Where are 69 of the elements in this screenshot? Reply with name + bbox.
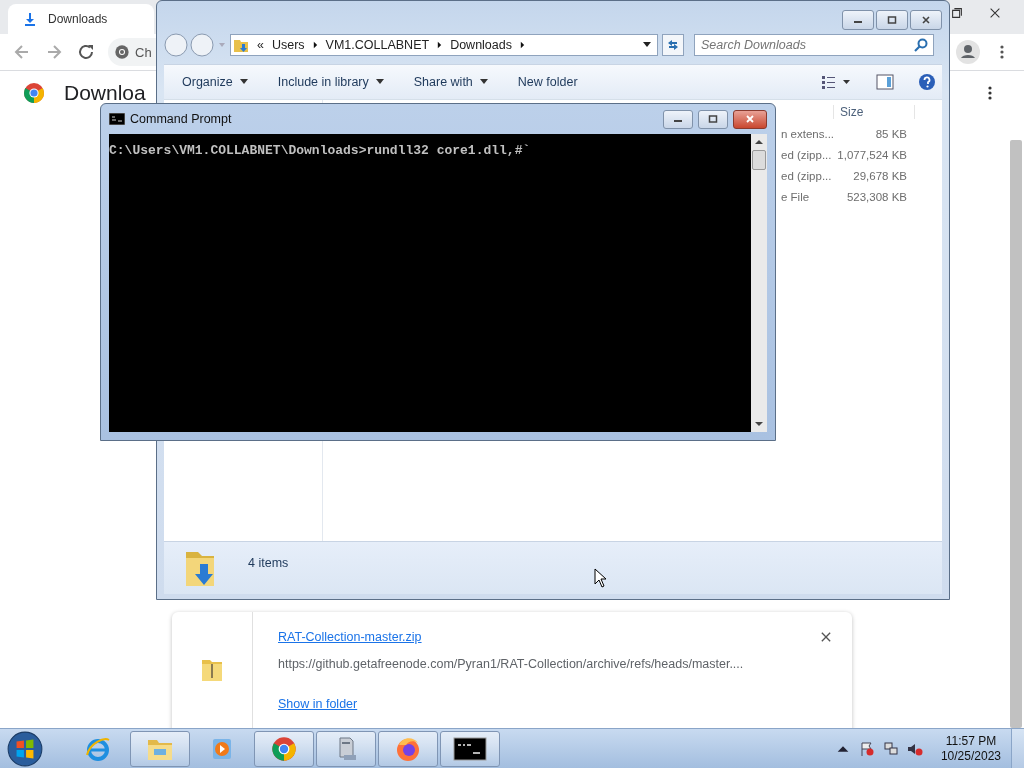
- console-icon: [109, 113, 125, 125]
- scroll-thumb[interactable]: [752, 150, 766, 170]
- chrome-icon: [114, 44, 130, 60]
- network-icon[interactable]: [882, 740, 899, 757]
- view-options-icon[interactable]: [820, 74, 852, 90]
- help-icon[interactable]: [918, 73, 936, 91]
- download-icon: [22, 11, 38, 27]
- minimize-button[interactable]: [663, 109, 693, 129]
- scrollbar[interactable]: [751, 134, 767, 432]
- item-count: 4 items: [248, 556, 289, 570]
- toolbar-button[interactable]: Organize: [182, 75, 248, 89]
- search-field[interactable]: Search Downloads: [694, 34, 934, 56]
- toolbar-button[interactable]: Share with: [413, 75, 488, 89]
- file-size: 523,308 KB: [845, 190, 907, 203]
- file-size: 1,077,524 KB: [836, 148, 907, 161]
- breadcrumb-item[interactable]: VM1.COLLABNET: [325, 38, 430, 52]
- chrome-icon[interactable]: [270, 734, 298, 763]
- console-icon[interactable]: [453, 736, 487, 761]
- breadcrumb-arrow-icon[interactable]: [312, 41, 318, 49]
- maximize-button[interactable]: [698, 109, 728, 129]
- preview-pane-icon[interactable]: [876, 73, 894, 91]
- file-type: ed (zipp...: [781, 169, 832, 182]
- scroll-up-icon[interactable]: [755, 139, 763, 145]
- address-bar[interactable]: Ch: [108, 38, 156, 66]
- profile-icon[interactable]: [956, 40, 980, 64]
- toolbar-button[interactable]: Include in library: [277, 75, 384, 89]
- maximize-button[interactable]: [876, 10, 908, 30]
- breadcrumb-arrow-icon[interactable]: [437, 41, 443, 49]
- minimize-button[interactable]: [842, 10, 874, 30]
- maximize-icon: [886, 16, 898, 24]
- folder-icon: [233, 37, 249, 53]
- file-type: e File: [781, 190, 810, 203]
- page-title: Downloa: [64, 82, 146, 104]
- cursor-icon: [594, 568, 606, 588]
- close-icon[interactable]: [821, 632, 831, 642]
- menu-icon[interactable]: [1000, 44, 1004, 60]
- breadcrumb-item[interactable]: Users: [271, 38, 305, 52]
- breadcrumb-arrow-icon[interactable]: [519, 41, 525, 49]
- chrome-logo-icon: [22, 81, 46, 105]
- file-type: ed (zipp...: [781, 148, 832, 161]
- file-size: 29,678 KB: [852, 169, 907, 182]
- browser-tab[interactable]: Downloads: [8, 4, 154, 34]
- show-in-folder-link[interactable]: Show in folder: [278, 697, 744, 711]
- window-title: Command Prompt: [130, 112, 232, 126]
- refresh-button[interactable]: [662, 34, 684, 56]
- close-icon: [744, 115, 756, 123]
- file-type: n extens...: [781, 127, 835, 140]
- toolbar-button[interactable]: New folder: [517, 75, 578, 89]
- address-field[interactable]: « Users VM1.COLLABNET Downloads: [230, 34, 658, 56]
- scroll-down-icon[interactable]: [755, 421, 763, 427]
- dropdown-icon[interactable]: [643, 42, 651, 48]
- scrollbar[interactable]: [1010, 140, 1022, 728]
- download-url: https://github.getafreenode.com/Pyran1/RAT-Collection/archive/refs/heads/master....: [278, 657, 744, 671]
- close-button[interactable]: [733, 109, 767, 129]
- search-input[interactable]: Search Downloads: [701, 36, 909, 54]
- maximize-icon: [707, 115, 719, 123]
- column-header[interactable]: Size: [833, 104, 915, 119]
- flag-icon[interactable]: [858, 740, 875, 757]
- breadcrumb-item[interactable]: Downloads: [450, 38, 512, 52]
- file-link[interactable]: RAT-Collection-master.zip: [278, 630, 744, 644]
- close-icon: [920, 16, 932, 24]
- search-icon: [913, 37, 929, 53]
- console-line: C:\Users\VM1.COLLABNET\Downloads>rundll32 core1.dll,#`: [109, 143, 532, 158]
- tab-title: Downloads: [48, 12, 108, 26]
- more-icon[interactable]: [988, 85, 992, 101]
- file-size: 85 KB: [874, 127, 907, 140]
- start-button[interactable]: [6, 729, 44, 768]
- clock[interactable]: 11:57 PM 10/25/2023: [940, 733, 1001, 764]
- reload-icon[interactable]: [76, 42, 96, 62]
